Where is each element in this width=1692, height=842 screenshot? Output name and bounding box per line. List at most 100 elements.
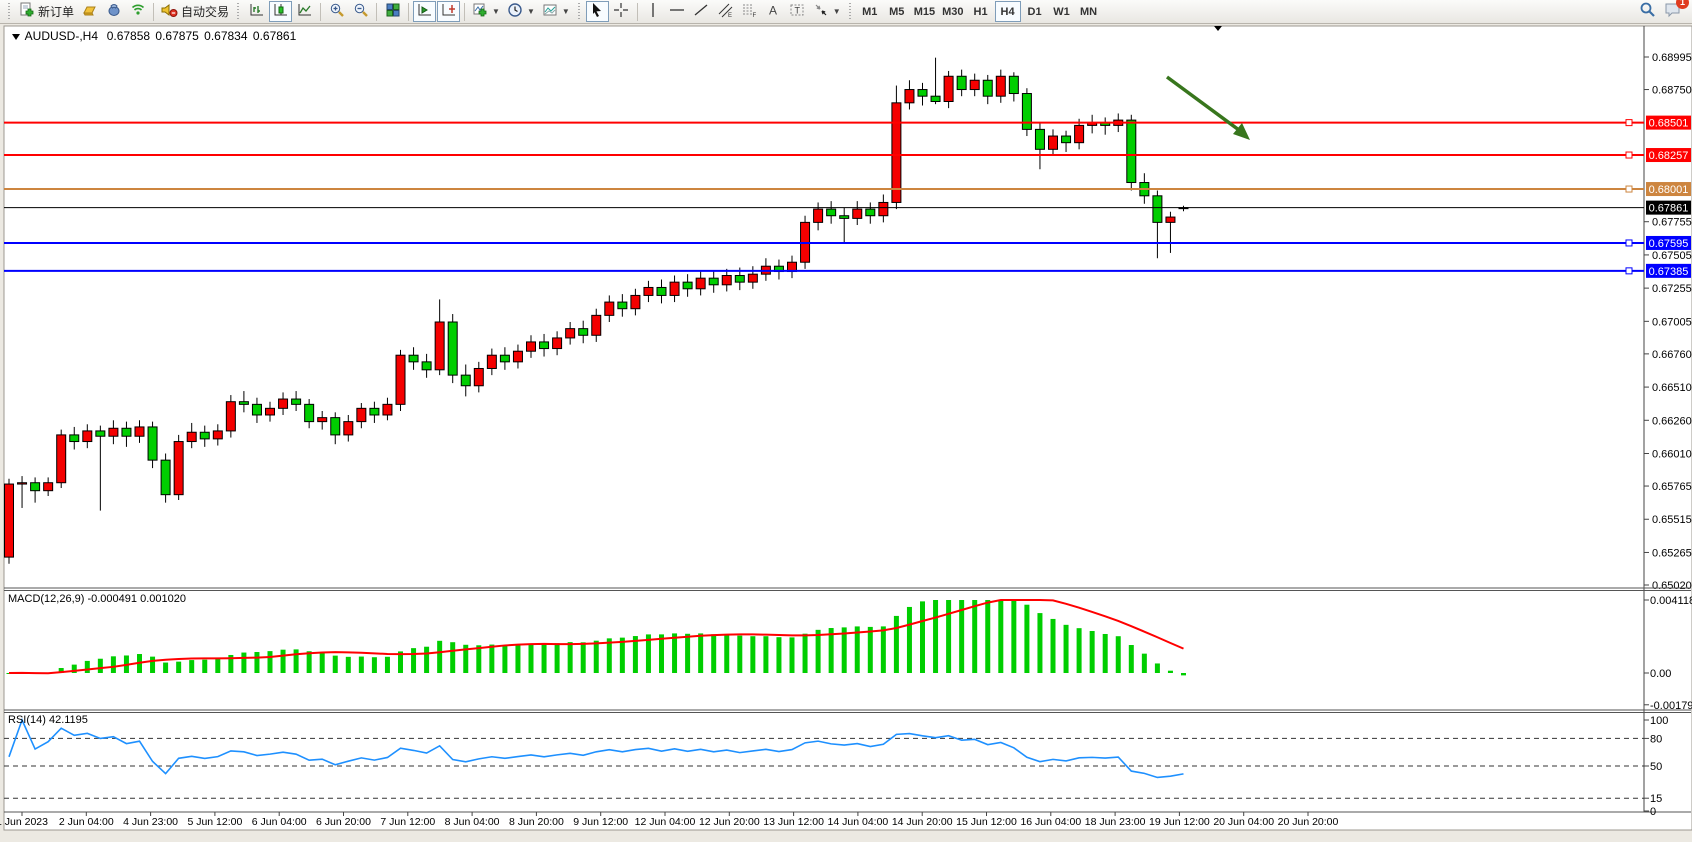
horizontal-line-tool-button[interactable] (666, 1, 689, 22)
candle-body (96, 431, 105, 436)
macd-histogram-bar (1181, 673, 1186, 675)
price-tick-label: 0.68750 (1652, 85, 1692, 97)
macd-histogram-bar (1051, 619, 1056, 673)
candle-body (983, 80, 992, 96)
vertical-line-tool-button[interactable] (642, 1, 665, 22)
level-handle[interactable] (1626, 186, 1632, 192)
candle-body (840, 216, 849, 219)
toolbar-grip[interactable] (236, 3, 241, 21)
toolbar-grip[interactable] (577, 3, 582, 21)
macd-histogram-bar (489, 645, 494, 673)
text-tool-button[interactable]: A (762, 1, 785, 22)
timeframe-h4-button[interactable]: H4 (995, 1, 1021, 22)
time-tick-label: 15 Jun 12:00 (956, 816, 1017, 828)
macd-histogram-bar (776, 637, 781, 673)
timeframe-d1-button[interactable]: D1 (1022, 1, 1048, 22)
price-tick-label: 0.68995 (1652, 52, 1692, 64)
high-value: 0.67875 (155, 29, 198, 43)
macd-histogram-bar (424, 647, 429, 673)
rsi-label: RSI(14) 42.1195 (8, 714, 88, 726)
add-indicator-button[interactable]: ▼ (469, 1, 503, 22)
timeframe-m1-button[interactable]: M1 (857, 1, 883, 22)
new-order-button[interactable]: 新订单 (16, 1, 77, 22)
candle-body (109, 428, 118, 436)
macd-histogram-bar (1077, 628, 1082, 673)
crosshair-tool-button[interactable] (610, 1, 633, 22)
auto-scroll-button[interactable] (413, 1, 436, 22)
toolbar-grip[interactable] (7, 3, 12, 21)
timeframe-w1-button[interactable]: W1 (1049, 1, 1075, 22)
macd-histogram-bar (907, 607, 912, 673)
macd-histogram-bar (515, 645, 520, 673)
open-value: 0.67858 (107, 29, 150, 43)
level-handle[interactable] (1626, 120, 1632, 126)
signal-button[interactable] (126, 1, 149, 22)
candle-body (226, 402, 235, 431)
level-handle[interactable] (1626, 240, 1632, 246)
channel-tool-button[interactable]: E (714, 1, 737, 22)
toolbar-grip[interactable] (848, 3, 853, 21)
candle-body (748, 274, 757, 282)
autotrade-button[interactable]: 自动交易 (158, 1, 232, 22)
candle-body (500, 355, 509, 362)
label-tool-button[interactable]: T (786, 1, 809, 22)
tile-windows-icon (385, 2, 401, 21)
search-icon[interactable] (1639, 1, 1656, 23)
blue-jug-button[interactable] (102, 1, 125, 22)
timeframe-m30-button[interactable]: M30 (939, 1, 966, 22)
candle-body (1035, 129, 1044, 149)
tile-windows-button[interactable] (381, 1, 404, 22)
rsi-axis-label: 80 (1650, 733, 1662, 745)
trendline-tool-button[interactable] (690, 1, 713, 22)
level-handle[interactable] (1626, 268, 1632, 274)
timeframe-m15-button[interactable]: M15 (911, 1, 938, 22)
level-handle[interactable] (1626, 152, 1632, 158)
candle-body (357, 408, 366, 421)
candle-body (1075, 125, 1084, 142)
fibonacci-tool-button[interactable]: F (738, 1, 761, 22)
chart-shift-button[interactable] (437, 1, 460, 22)
template-dropdown-button[interactable]: ▼ (539, 1, 573, 22)
cursor-tool-button[interactable] (586, 1, 609, 22)
price-tick-label: 0.66760 (1652, 349, 1692, 361)
macd-histogram-bar (450, 642, 455, 673)
gold-cube-button[interactable] (78, 1, 101, 22)
toolbar-separator (464, 3, 465, 21)
period-dropdown-button[interactable]: ▼ (504, 1, 538, 22)
notifications-button[interactable]: 1 (1664, 1, 1682, 23)
candle-body (618, 302, 627, 309)
low-value: 0.67834 (204, 29, 247, 43)
bar-chart-mode-button[interactable] (245, 1, 268, 22)
shapes-dropdown-button[interactable]: ▼ (810, 1, 844, 22)
zoom-out-button[interactable] (349, 1, 372, 22)
candle-body (944, 76, 953, 101)
macd-histogram-bar (868, 627, 873, 673)
macd-histogram-bar (750, 636, 755, 673)
price-tick-label: 0.67505 (1652, 250, 1692, 262)
timeframe-m5-button[interactable]: M5 (884, 1, 910, 22)
candle-body (814, 209, 823, 222)
symbol-dropdown-icon[interactable] (12, 34, 20, 40)
macd-histogram-bar (803, 634, 808, 673)
candle-body (644, 287, 653, 295)
add-indicator-icon (472, 2, 488, 21)
macd-histogram-bar (685, 634, 690, 673)
candlestick-mode-button[interactable] (269, 1, 292, 22)
chart-background[interactable] (4, 26, 1692, 830)
timeframe-mn-button[interactable]: MN (1076, 1, 1102, 22)
line-chart-mode-button[interactable] (293, 1, 316, 22)
price-tick-label: 0.66010 (1652, 448, 1692, 460)
candle-body (957, 76, 966, 89)
candle-body (396, 355, 405, 404)
candle-body (1049, 136, 1058, 149)
candle-body (461, 375, 470, 386)
zoom-in-button[interactable] (325, 1, 348, 22)
candle-body (239, 402, 248, 405)
candle-body (292, 399, 301, 404)
chart-canvas[interactable]: 0.689950.687500.677550.675050.672550.670… (0, 0, 1692, 842)
macd-histogram-bar (476, 645, 481, 673)
toolbar-right-group: 1 (1639, 1, 1688, 23)
timeframe-h1-button[interactable]: H1 (968, 1, 994, 22)
toolbar-separator (153, 3, 154, 21)
candle-body (527, 342, 536, 351)
